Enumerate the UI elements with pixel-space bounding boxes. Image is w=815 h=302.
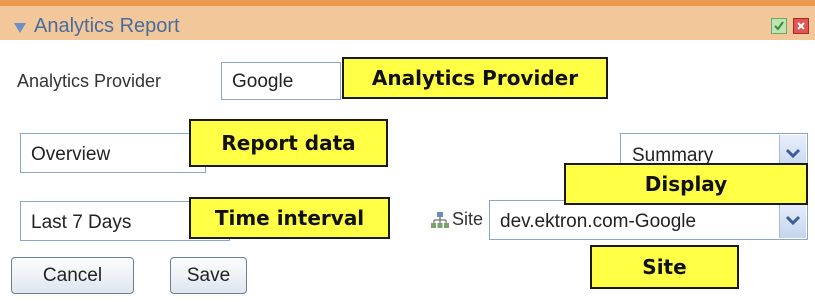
checkbox-icon[interactable] [771, 18, 787, 34]
provider-value: Google [232, 71, 294, 92]
save-button[interactable]: Save [170, 257, 247, 294]
callout-analytics-provider: Analytics Provider [342, 57, 608, 99]
widget-title: Analytics Report [34, 15, 180, 37]
chevron-down-icon [786, 148, 800, 158]
sitemap-icon [431, 212, 449, 233]
site-select[interactable]: dev.ektron.com-Google [489, 200, 808, 240]
callout-time-interval: Time interval [189, 197, 390, 239]
provider-label: Analytics Provider [17, 71, 162, 91]
callout-report-data: Report data [189, 119, 388, 167]
cancel-button[interactable]: Cancel [11, 257, 134, 294]
site-value: dev.ektron.com-Google [500, 211, 697, 232]
time-interval-value: Last 7 Days [31, 212, 132, 233]
provider-select[interactable]: Google [221, 62, 341, 100]
analytics-report-widget: Analytics Report Analytics Provider Goog… [0, 0, 815, 302]
site-label: Site [452, 209, 484, 229]
report-value: Overview [31, 144, 111, 165]
site-dropdown-button[interactable] [779, 202, 806, 238]
widget-title-bar: Analytics Report [0, 0, 815, 40]
chevron-down-icon [786, 215, 800, 225]
collapse-arrow-icon[interactable] [14, 20, 26, 38]
report-select[interactable]: Overview [20, 133, 206, 173]
callout-display: Display [564, 163, 808, 205]
close-icon[interactable] [793, 18, 809, 34]
callout-site: Site [590, 245, 739, 289]
